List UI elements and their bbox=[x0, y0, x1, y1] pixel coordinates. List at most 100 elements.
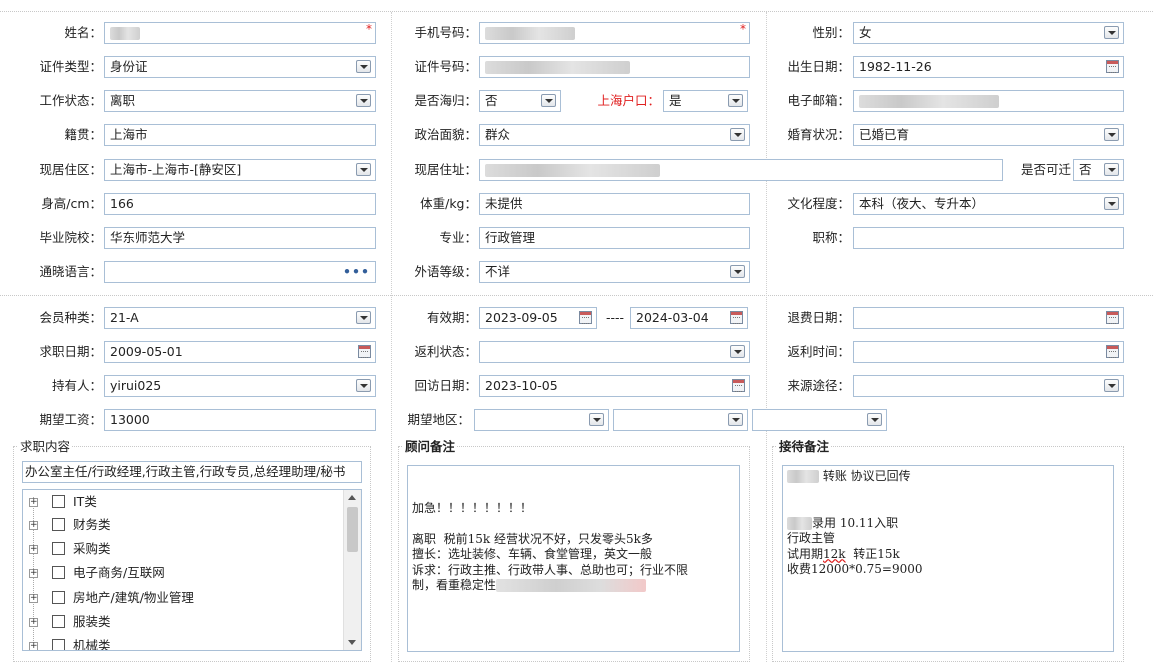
education-select[interactable]: 本科（夜大、专升本） bbox=[853, 193, 1124, 215]
job-date-value: 2009-05-01 bbox=[110, 344, 183, 359]
major-input[interactable]: 行政管理 bbox=[479, 227, 750, 249]
checkbox[interactable] bbox=[52, 566, 65, 579]
region-district-select[interactable] bbox=[752, 409, 887, 431]
height-label: 身高/cm： bbox=[41, 196, 102, 211]
chevron-down-icon[interactable] bbox=[730, 345, 745, 358]
holder-select[interactable]: yirui025 bbox=[104, 375, 376, 397]
birth-date-input[interactable]: 1982-11-26 bbox=[853, 56, 1124, 78]
chevron-down-icon[interactable] bbox=[589, 413, 604, 426]
calendar-icon[interactable] bbox=[1106, 311, 1119, 324]
chevron-down-icon[interactable] bbox=[356, 163, 371, 176]
salary-input[interactable]: 13000 bbox=[104, 409, 376, 431]
calendar-icon[interactable] bbox=[1106, 345, 1119, 358]
chevron-down-icon[interactable] bbox=[1104, 128, 1119, 141]
name-input[interactable]: * bbox=[104, 22, 376, 44]
chevron-down-icon[interactable] bbox=[356, 311, 371, 324]
id-number-input[interactable] bbox=[479, 56, 750, 78]
checkbox[interactable] bbox=[52, 639, 65, 650]
work-status-select[interactable]: 离职 bbox=[104, 90, 376, 112]
member-type-select[interactable]: 21-A bbox=[104, 307, 376, 329]
residence-addr-input[interactable] bbox=[479, 159, 1003, 181]
residence-area-select[interactable]: 上海市-上海市-[静安区] bbox=[104, 159, 376, 181]
chevron-down-icon[interactable] bbox=[1104, 379, 1119, 392]
political-select[interactable]: 群众 bbox=[479, 124, 750, 146]
expand-icon[interactable]: + bbox=[29, 498, 38, 507]
chevron-down-icon[interactable] bbox=[728, 94, 743, 107]
visit-date-value: 2023-10-05 bbox=[485, 378, 558, 393]
chevron-down-icon[interactable] bbox=[730, 128, 745, 141]
relocate-select[interactable]: 否 bbox=[1073, 159, 1124, 181]
school-input[interactable]: 华东师范大学 bbox=[104, 227, 376, 249]
rebate-time-input[interactable] bbox=[853, 341, 1124, 363]
expand-icon[interactable]: + bbox=[29, 569, 38, 578]
valid-period-label: 有效期： bbox=[426, 310, 477, 325]
native-place-input[interactable]: 上海市 bbox=[104, 124, 376, 146]
calendar-icon[interactable] bbox=[732, 379, 745, 392]
expand-icon[interactable]: + bbox=[29, 545, 38, 554]
weight-input[interactable]: 未提供 bbox=[479, 193, 750, 215]
returnee-select[interactable]: 否 bbox=[479, 90, 561, 112]
checkbox[interactable] bbox=[52, 615, 65, 628]
reception-notes-textarea[interactable]: 转账 协议已回传 录用 10.11入职 行政主管 试用期12k 转正15k 收费1200… bbox=[782, 465, 1114, 652]
sh-hukou-select[interactable]: 是 bbox=[663, 90, 748, 112]
name-label: 姓名： bbox=[64, 25, 102, 40]
foreign-level-value: 不详 bbox=[485, 264, 511, 279]
job-date-input[interactable]: 2009-05-01 bbox=[104, 341, 376, 363]
rebate-status-select[interactable] bbox=[479, 341, 750, 363]
chevron-down-icon[interactable] bbox=[356, 94, 371, 107]
region-province-select[interactable] bbox=[474, 409, 609, 431]
note-line: 诉求：行政主推、行政带人事、总助也可；行业不限 bbox=[412, 562, 689, 577]
tree-scrollbar[interactable] bbox=[343, 490, 361, 650]
note-line: 擅长：选址装修、车辆、食堂管理，英文一般 bbox=[412, 547, 653, 561]
chevron-down-icon[interactable] bbox=[356, 60, 371, 73]
id-type-select[interactable]: 身份证 bbox=[104, 56, 376, 78]
chevron-down-icon[interactable] bbox=[1104, 26, 1119, 39]
region-city-select[interactable] bbox=[613, 409, 748, 431]
title-input[interactable] bbox=[853, 227, 1124, 249]
political-value: 群众 bbox=[485, 127, 511, 142]
checkbox[interactable] bbox=[52, 495, 65, 508]
relocate-label: 是否可迁 bbox=[1020, 162, 1071, 177]
height-input[interactable]: 166 bbox=[104, 193, 376, 215]
valid-start-input[interactable]: 2023-09-05 bbox=[479, 307, 597, 329]
chevron-down-icon[interactable] bbox=[730, 265, 745, 278]
visit-date-input[interactable]: 2023-10-05 bbox=[479, 375, 750, 397]
scroll-down-icon[interactable] bbox=[348, 640, 356, 645]
email-input[interactable] bbox=[853, 90, 1124, 112]
rebate-status-label: 返利状态： bbox=[414, 344, 477, 359]
residence-area-label: 现居住区： bbox=[39, 162, 102, 177]
chevron-down-icon[interactable] bbox=[356, 379, 371, 392]
chevron-down-icon[interactable] bbox=[728, 413, 743, 426]
scroll-thumb[interactable] bbox=[347, 507, 358, 552]
chevron-down-icon[interactable] bbox=[1104, 197, 1119, 210]
redacted-text bbox=[110, 27, 140, 40]
calendar-icon[interactable] bbox=[1106, 60, 1119, 73]
marital-select[interactable]: 已婚已育 bbox=[853, 124, 1124, 146]
checkbox[interactable] bbox=[52, 591, 65, 604]
refund-date-input[interactable] bbox=[853, 307, 1124, 329]
languages-input[interactable]: ••• bbox=[104, 261, 376, 283]
checkbox[interactable] bbox=[52, 542, 65, 555]
job-content-summary[interactable]: 办公室主任/行政经理,行政主管,行政专员,总经理助理/秘书 bbox=[22, 461, 362, 483]
more-icon[interactable]: ••• bbox=[343, 262, 370, 282]
source-select[interactable] bbox=[853, 375, 1124, 397]
relocate-value: 否 bbox=[1079, 162, 1092, 177]
chevron-down-icon[interactable] bbox=[867, 413, 882, 426]
expand-icon[interactable]: + bbox=[29, 642, 38, 650]
calendar-icon[interactable] bbox=[730, 311, 743, 324]
expand-icon[interactable]: + bbox=[29, 618, 38, 627]
calendar-icon[interactable] bbox=[579, 311, 592, 324]
scroll-up-icon[interactable] bbox=[348, 495, 356, 500]
mobile-input[interactable]: * bbox=[479, 22, 750, 44]
foreign-level-select[interactable]: 不详 bbox=[479, 261, 750, 283]
expand-icon[interactable]: + bbox=[29, 521, 38, 530]
job-content-legend: 求职内容 bbox=[18, 439, 73, 455]
consultant-notes-textarea[interactable]: 加急！！！！！！！！ 离职 税前15k 经营状况不好，只发零头5k多 擅长：选址装修… bbox=[407, 465, 740, 652]
checkbox[interactable] bbox=[52, 518, 65, 531]
expand-icon[interactable]: + bbox=[29, 594, 38, 603]
calendar-icon[interactable] bbox=[358, 345, 371, 358]
chevron-down-icon[interactable] bbox=[1104, 163, 1119, 176]
chevron-down-icon[interactable] bbox=[541, 94, 556, 107]
gender-select[interactable]: 女 bbox=[853, 22, 1124, 44]
valid-end-input[interactable]: 2024-03-04 bbox=[630, 307, 748, 329]
